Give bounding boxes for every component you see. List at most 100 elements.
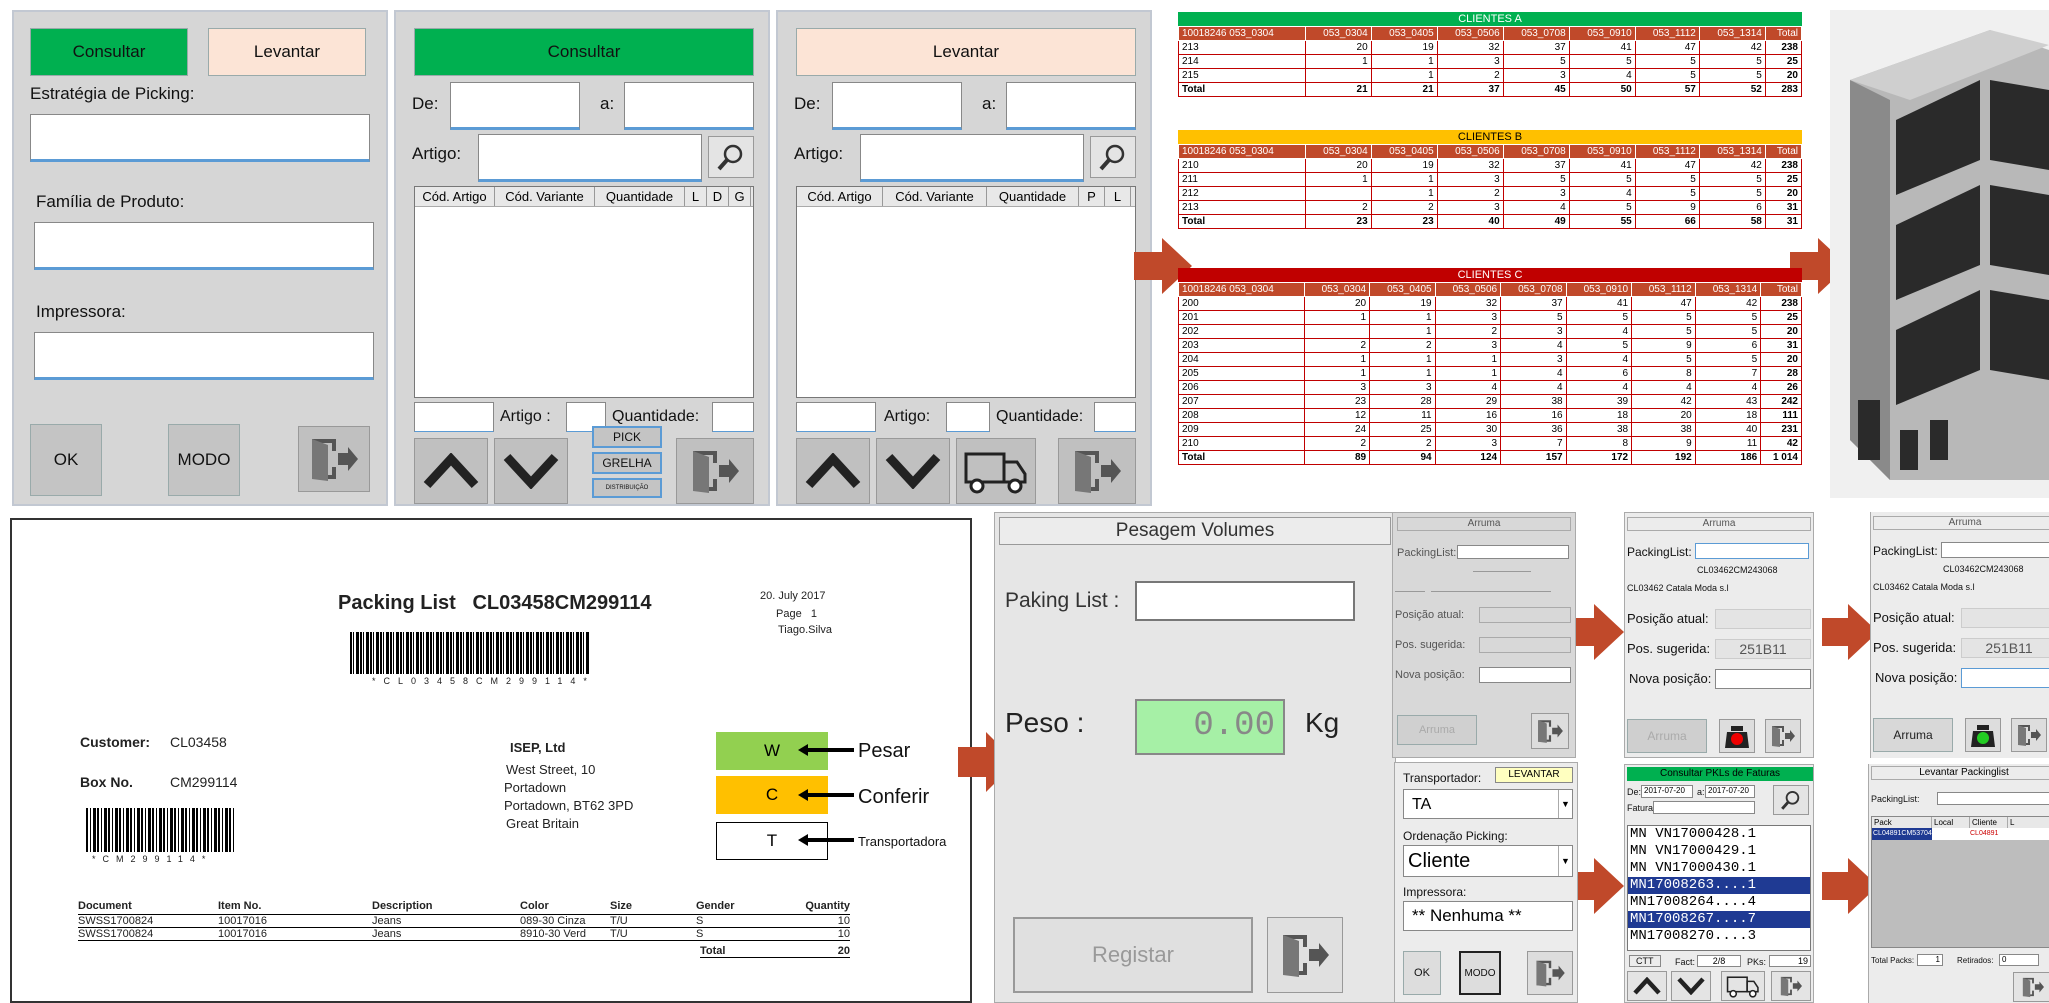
up-arrow-icon[interactable]	[796, 438, 870, 504]
bottom-input-1[interactable]	[414, 402, 494, 432]
col-p[interactable]: P	[1079, 187, 1105, 206]
search-icon[interactable]	[1773, 785, 1809, 815]
col-cod-artigo[interactable]: Cód. Artigo	[797, 187, 883, 206]
col-local[interactable]: Local	[1932, 817, 1970, 828]
article-list[interactable]: Cód. Artigo Cód. Variante Quantidade P L	[796, 186, 1136, 398]
search-icon[interactable]	[708, 136, 754, 178]
col-quantidade[interactable]: Quantidade	[595, 187, 685, 206]
col-cod-variante[interactable]: Cód. Variante	[495, 187, 595, 206]
scale-green-icon[interactable]	[1965, 718, 2001, 752]
transportador-select[interactable]: TA ▼	[1403, 789, 1573, 819]
grelha-button[interactable]: GRELHA	[592, 452, 662, 474]
down-arrow-icon[interactable]	[494, 438, 568, 504]
ctt-label[interactable]: CTT	[1629, 955, 1661, 967]
chevron-down-icon[interactable]: ▼	[1558, 846, 1572, 876]
col-cod-artigo[interactable]: Cód. Artigo	[415, 187, 495, 206]
artigo-bottom-input[interactable]	[946, 402, 990, 432]
quantidade-input[interactable]	[712, 402, 754, 432]
ordenacao-select[interactable]: Cliente ▼	[1403, 845, 1573, 877]
impressora-input[interactable]	[34, 332, 374, 380]
nova-posicao-input[interactable]	[1479, 667, 1571, 683]
scale-red-icon[interactable]	[1719, 719, 1755, 753]
page-label: Page 1	[776, 608, 817, 620]
col-l[interactable]: L	[2008, 817, 2028, 828]
list-item[interactable]: MN17008267....7	[1628, 911, 1810, 928]
paking-list-input[interactable]	[1135, 581, 1355, 621]
exit-icon[interactable]	[1267, 917, 1343, 993]
arruma-button[interactable]: Arruma	[1397, 715, 1477, 745]
distribuicao-button[interactable]: DISTRIBUIÇÃO	[592, 478, 662, 498]
packinglist-input[interactable]	[1457, 545, 1569, 559]
exit-icon[interactable]	[1058, 438, 1136, 504]
list-item[interactable]: MN VN17000428.1	[1628, 826, 1810, 843]
cell: 5	[1698, 54, 1766, 69]
down-arrow-icon[interactable]	[1671, 971, 1711, 1001]
col-l[interactable]: L	[1105, 187, 1131, 206]
exit-icon[interactable]	[1527, 951, 1573, 995]
a-input[interactable]: 2017-07-20	[1705, 785, 1755, 798]
a-input[interactable]	[1006, 82, 1136, 130]
pkl-list[interactable]: MN VN17000428.1 MN VN17000429.1 MN VN17000…	[1627, 825, 1811, 951]
estrategia-input[interactable]	[30, 114, 370, 162]
down-arrow-icon[interactable]	[876, 438, 950, 504]
nova-posicao-input[interactable]	[1715, 669, 1811, 689]
up-arrow-icon[interactable]	[414, 438, 488, 504]
de-input[interactable]	[832, 82, 962, 130]
packinglist-input[interactable]	[1937, 792, 2049, 805]
packinglist-input[interactable]	[1695, 543, 1809, 559]
chevron-down-icon[interactable]: ▼	[1558, 790, 1572, 818]
search-icon[interactable]	[1090, 136, 1136, 178]
artigo-input[interactable]	[478, 134, 702, 182]
ok-button[interactable]: OK	[1403, 951, 1441, 995]
cell: 1	[1303, 310, 1371, 325]
bottom-input-1[interactable]	[796, 402, 876, 432]
article-list[interactable]: Cód. Artigo Cód. Variante Quantidade L D…	[414, 186, 754, 398]
consultar-button[interactable]: Consultar	[30, 28, 188, 76]
pack-table[interactable]: Pack Local Cliente L CL04891CM537043 CL0…	[1871, 816, 2049, 948]
list-item[interactable]: MN VN17000429.1	[1628, 843, 1810, 860]
exit-icon[interactable]	[2013, 972, 2049, 1002]
truck-icon[interactable]	[956, 438, 1036, 504]
modo-button[interactable]: MODO	[168, 424, 240, 496]
exit-icon[interactable]	[1531, 713, 1569, 749]
a-input[interactable]	[624, 82, 754, 130]
exit-icon[interactable]	[2011, 718, 2047, 752]
pick-button[interactable]: PICK	[592, 426, 662, 448]
list-item[interactable]: MN VN17000430.1	[1628, 860, 1810, 877]
levantar-badge[interactable]: LEVANTAR	[1495, 767, 1573, 783]
list-item[interactable]: MN17008270....3	[1628, 928, 1810, 945]
col-cliente[interactable]: Cliente	[1970, 817, 2008, 828]
exit-icon[interactable]	[1765, 719, 1801, 753]
col-d[interactable]: D	[707, 187, 729, 206]
list-item[interactable]: MN17008263....1	[1628, 877, 1810, 894]
arruma-button[interactable]: Arruma	[1873, 718, 1953, 752]
impressora-field[interactable]: ** Nenhuma **	[1403, 901, 1573, 931]
registar-button[interactable]: Registar	[1013, 917, 1253, 993]
col-pack[interactable]: Pack	[1872, 817, 1932, 828]
fatura-input[interactable]	[1653, 801, 1755, 814]
col-l[interactable]: L	[685, 187, 707, 206]
quantidade-input[interactable]	[1094, 402, 1136, 432]
up-arrow-icon[interactable]	[1627, 971, 1667, 1001]
de-input[interactable]: 2017-07-20	[1641, 785, 1693, 798]
col-cod-variante[interactable]: Cód. Variante	[883, 187, 987, 206]
de-input[interactable]	[450, 82, 580, 130]
truck-icon[interactable]	[1721, 971, 1765, 1001]
exit-icon[interactable]	[298, 426, 370, 492]
artigo-input[interactable]	[860, 134, 1084, 182]
list-item[interactable]: MN17008264....4	[1628, 894, 1810, 911]
nova-posicao-input[interactable]	[1961, 668, 2049, 688]
ok-button[interactable]: OK	[30, 424, 102, 496]
levantar-button[interactable]: Levantar	[208, 28, 366, 76]
table-row[interactable]: CL04891CM537043 CL04891	[1872, 828, 2049, 840]
packinglist-input[interactable]	[1941, 542, 2049, 558]
familia-input[interactable]	[34, 222, 374, 270]
arruma-button[interactable]: Arruma	[1627, 719, 1707, 753]
exit-icon[interactable]	[1771, 971, 1811, 1001]
col-g[interactable]: G	[729, 187, 751, 206]
consultar-title-button[interactable]: Consultar	[414, 28, 754, 76]
modo-button[interactable]: MODO	[1459, 951, 1501, 995]
col-quantidade[interactable]: Quantidade	[987, 187, 1079, 206]
levantar-title-button[interactable]: Levantar	[796, 28, 1136, 76]
exit-icon[interactable]	[676, 438, 754, 504]
